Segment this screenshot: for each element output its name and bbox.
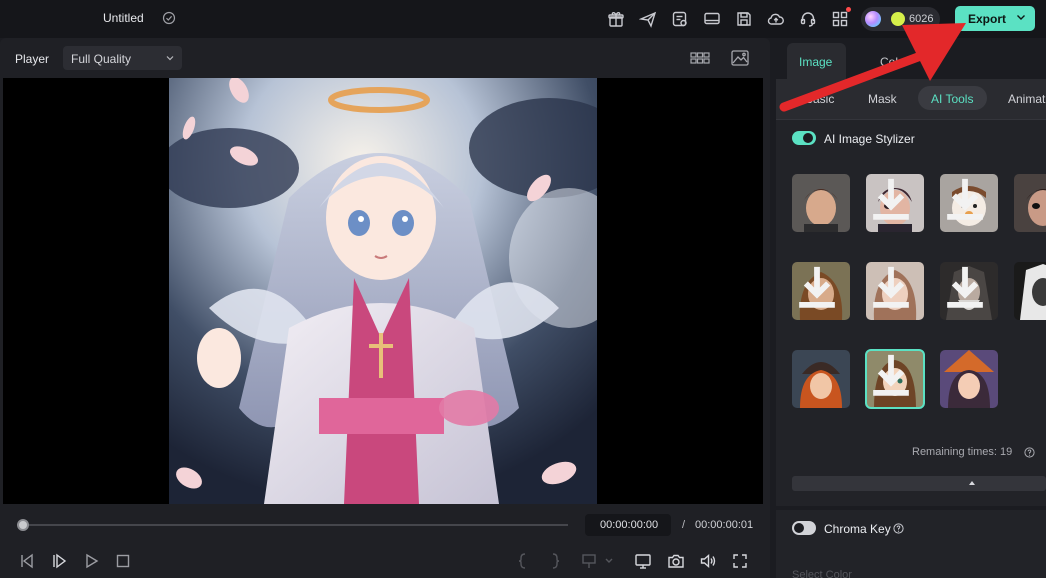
- gift-icon[interactable]: [607, 10, 625, 28]
- style-thumbnail[interactable]: [866, 174, 924, 232]
- mark-in-icon[interactable]: [514, 552, 532, 570]
- project-title[interactable]: Untitled: [103, 11, 144, 25]
- style-thumbnail[interactable]: [866, 262, 924, 320]
- preview-image: [169, 78, 597, 504]
- divider: [776, 119, 1046, 120]
- quality-select[interactable]: Full Quality: [63, 46, 182, 70]
- style-thumbnail[interactable]: [1014, 174, 1046, 232]
- player-label: Player: [15, 52, 50, 66]
- send-icon[interactable]: [639, 10, 657, 28]
- style-thumbnail[interactable]: [792, 262, 850, 320]
- remaining-times: Remaining times: 19: [912, 446, 1013, 458]
- download-icon: [947, 266, 983, 308]
- style-thumbnail[interactable]: [792, 350, 850, 408]
- play-icon[interactable]: [82, 552, 100, 570]
- style-thumbnail[interactable]: [940, 350, 998, 408]
- camera-snapshot-icon[interactable]: [667, 552, 685, 570]
- caret-up-icon: [969, 481, 975, 485]
- chroma-key-toggle[interactable]: [792, 521, 816, 535]
- chevron-down-icon[interactable]: [1015, 11, 1027, 23]
- next-frame-icon[interactable]: [50, 552, 68, 570]
- style-thumbnail[interactable]: [940, 262, 998, 320]
- total-duration: 00:00:00:01: [695, 519, 754, 531]
- save-icon[interactable]: [735, 10, 753, 28]
- saved-check-icon: [162, 11, 176, 25]
- style-thumbnail[interactable]: [940, 174, 998, 232]
- project-icon[interactable]: [671, 10, 689, 28]
- subtab-animation[interactable]: Animation: [1008, 92, 1046, 106]
- monitor-display-icon[interactable]: [634, 552, 652, 570]
- download-icon: [947, 178, 983, 220]
- style-thumbnail[interactable]: [792, 174, 850, 232]
- playhead-handle[interactable]: [17, 519, 29, 531]
- help-icon[interactable]: [893, 523, 904, 534]
- download-icon: [799, 266, 835, 308]
- snapshot-image-icon[interactable]: [730, 49, 750, 67]
- timeline-scrubber[interactable]: [23, 524, 568, 526]
- grid-view-icon[interactable]: [690, 49, 710, 67]
- insert-clip-icon[interactable]: [580, 552, 618, 570]
- collapse-section-button[interactable]: [792, 476, 1046, 491]
- chroma-key-title: Chroma Key: [824, 522, 891, 536]
- download-icon: [873, 266, 909, 308]
- annotation-arrow: [779, 23, 966, 112]
- ai-stylizer-toggle[interactable]: [792, 131, 816, 145]
- quality-value: Full Quality: [71, 52, 132, 66]
- volume-icon[interactable]: [699, 552, 717, 570]
- download-icon: [873, 178, 909, 220]
- help-icon[interactable]: [1024, 447, 1035, 458]
- select-color-label: Select Color: [792, 569, 852, 578]
- style-thumbnail-selected[interactable]: [865, 349, 925, 409]
- previous-frame-icon[interactable]: [18, 552, 36, 570]
- mark-out-icon[interactable]: [546, 552, 564, 570]
- current-time-field[interactable]: 00:00:00:00: [585, 514, 671, 536]
- chroma-key-section: [776, 510, 1046, 578]
- time-separator: /: [682, 519, 686, 531]
- stop-icon[interactable]: [114, 552, 132, 570]
- chevron-down-icon: [166, 56, 174, 61]
- ai-stylizer-title: AI Image Stylizer: [824, 132, 915, 146]
- download-icon: [873, 354, 909, 396]
- fullscreen-icon[interactable]: [731, 552, 749, 570]
- style-thumbnail[interactable]: [1014, 262, 1046, 320]
- display-icon[interactable]: [703, 10, 721, 28]
- current-time: 00:00:00:00: [600, 519, 659, 531]
